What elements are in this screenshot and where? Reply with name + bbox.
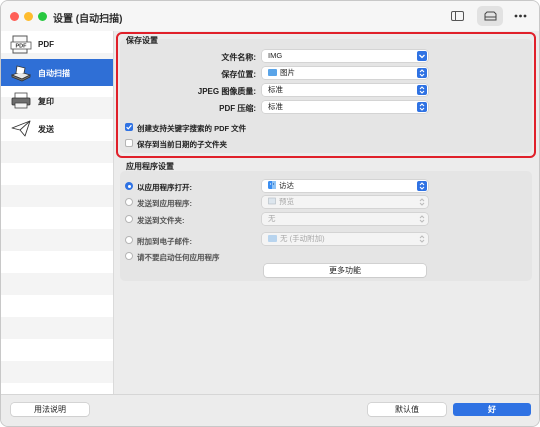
no-app-label: 请不要启动任何应用程序: [137, 253, 220, 262]
sidebar-item-send[interactable]: 发送: [1, 115, 113, 142]
send-to-app-label: 发送到应用程序:: [137, 199, 192, 208]
sidebar-item-auto-scan[interactable]: 自动扫描: [1, 59, 113, 86]
sidebar-icon: [450, 11, 464, 21]
attach-email-label: 附加到电子邮件:: [137, 237, 192, 246]
attach-email-select: 无 (手动附加): [262, 233, 428, 245]
scanner-icon: [10, 65, 32, 82]
send-to-folder-value: 无: [268, 214, 276, 223]
settings-window: 设置 (自动扫描) PDF PDF 自动扫描 复印 发送 保存设置 文件名称: …: [0, 0, 540, 427]
sidebar-item-label: 发送: [38, 125, 54, 134]
scanner-mode-button[interactable]: [477, 6, 503, 26]
printer-icon: [11, 92, 31, 109]
sidebar-item-label: 复印: [38, 97, 54, 106]
up-down-arrows-icon: [417, 234, 427, 244]
up-down-arrows-icon: [417, 214, 427, 224]
toggle-sidebar-button[interactable]: [444, 6, 470, 26]
send-to-app-radio[interactable]: [125, 198, 133, 206]
close-window-button[interactable]: [10, 12, 19, 21]
attach-email-value: 无 (手动附加): [280, 234, 325, 243]
send-to-folder-label: 发送到文件夹:: [137, 216, 185, 225]
send-to-folder-radio[interactable]: [125, 215, 133, 223]
sidebar-item-pdf[interactable]: PDF PDF: [1, 31, 113, 58]
highlight-frame: [116, 32, 536, 158]
folder-icon: [268, 235, 277, 242]
open-with-app-value: 访达: [279, 181, 294, 190]
zoom-window-button[interactable]: [38, 12, 47, 21]
paper-plane-icon: [11, 120, 31, 137]
pdf-icon: PDF: [10, 35, 32, 54]
open-with-app-label: 以应用程序打开:: [137, 183, 192, 192]
up-down-arrows-icon: [417, 181, 427, 191]
finder-icon: [268, 181, 276, 189]
sidebar: PDF PDF 自动扫描 复印 发送: [1, 31, 114, 394]
sidebar-item-label: 自动扫描: [38, 69, 70, 78]
send-to-app-select: 预览: [262, 196, 428, 208]
send-to-folder-select: 无: [262, 213, 428, 225]
attach-email-radio[interactable]: [125, 236, 133, 244]
minimize-window-button[interactable]: [24, 12, 33, 21]
title-bar: 设置 (自动扫描): [1, 1, 539, 31]
sidebar-item-label: PDF: [38, 40, 54, 49]
sidebar-item-copy[interactable]: 复印: [1, 87, 113, 114]
ellipsis-icon: [514, 14, 526, 18]
up-down-arrows-icon: [417, 197, 427, 207]
send-to-app-value: 预览: [279, 197, 294, 206]
open-with-app-radio[interactable]: [125, 182, 133, 190]
ok-button[interactable]: 好: [453, 403, 531, 416]
defaults-button[interactable]: 默认值: [368, 403, 446, 416]
more-options-button[interactable]: [507, 6, 533, 26]
help-button[interactable]: 用法说明: [11, 403, 89, 416]
preview-app-icon: [268, 197, 276, 205]
no-app-radio[interactable]: [125, 252, 133, 260]
svg-text:PDF: PDF: [16, 44, 28, 50]
more-functions-button[interactable]: 更多功能: [264, 264, 426, 277]
window-title: 设置 (自动扫描): [53, 14, 123, 25]
open-with-app-select[interactable]: 访达: [262, 180, 428, 192]
scanner-icon: [484, 11, 496, 21]
application-settings-title: 应用程序设置: [126, 162, 174, 171]
